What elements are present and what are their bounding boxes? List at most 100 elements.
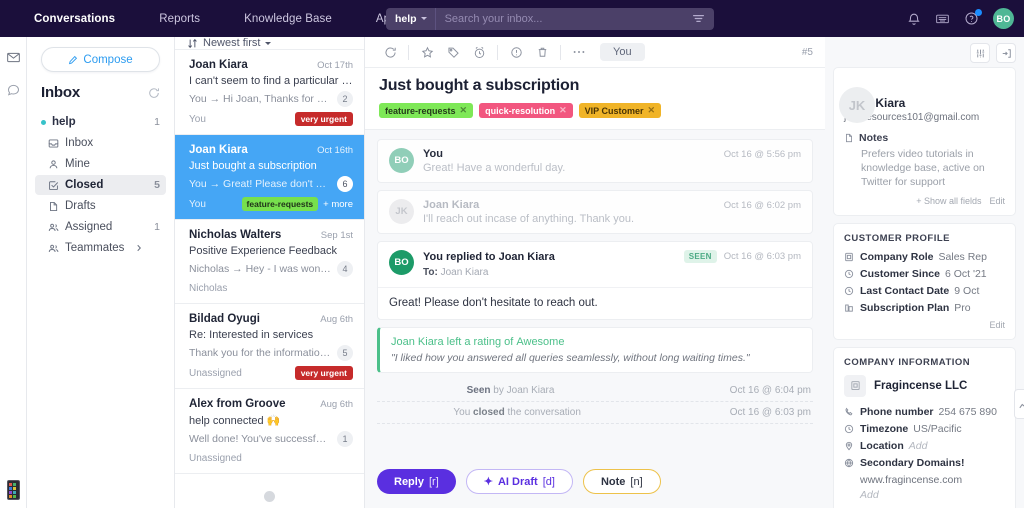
- customer-profile-footer: Edit: [844, 320, 1005, 330]
- info-icon[interactable]: [503, 41, 529, 63]
- mail-icon[interactable]: [6, 50, 21, 65]
- close-icon[interactable]: ✕: [559, 105, 567, 116]
- field-value[interactable]: US/Pacific: [913, 423, 961, 435]
- field-value[interactable]: Pro: [954, 302, 970, 314]
- thread-tag-vip-customer[interactable]: VIP Customer ✕: [578, 103, 662, 118]
- conversation-message-count: 4: [337, 261, 353, 277]
- tag-icon[interactable]: [440, 41, 466, 63]
- search-input[interactable]: [435, 12, 683, 25]
- close-icon[interactable]: ✕: [460, 105, 468, 116]
- trash-icon[interactable]: [529, 41, 555, 63]
- star-icon[interactable]: [414, 41, 440, 63]
- field-label: Timezone: [860, 422, 909, 435]
- people-icon: [48, 243, 59, 254]
- sort-label: Newest first: [203, 37, 261, 49]
- sidebar-item-drafts[interactable]: Drafts: [35, 196, 166, 216]
- open-panel-icon[interactable]: [996, 43, 1016, 63]
- company-domain[interactable]: www.fragincense.com: [844, 474, 1005, 486]
- sidebar-group-help[interactable]: help 1: [27, 112, 174, 132]
- nav-item-conversations[interactable]: Conversations: [12, 13, 137, 25]
- message-collapsed[interactable]: JK Joan Kiara Oct 16 @ 6:02 pm I'll reac…: [377, 190, 813, 234]
- search-filter-icon[interactable]: [683, 12, 714, 25]
- company-domain-add[interactable]: Add: [844, 489, 1005, 501]
- thread-header: Just bought a subscription feature-reque…: [365, 68, 825, 130]
- bell-icon[interactable]: [907, 12, 921, 26]
- notes-label: Notes: [859, 132, 889, 144]
- reopen-icon[interactable]: [377, 41, 403, 63]
- search-scope-label: help: [395, 12, 417, 25]
- refresh-icon[interactable]: [148, 87, 160, 99]
- conversation-tag: very urgent: [294, 366, 353, 380]
- sliders-icon[interactable]: [970, 43, 990, 63]
- field-value[interactable]: 254 675 890: [939, 406, 997, 418]
- conversation-item[interactable]: Alex from Groove Aug 6th help connected …: [175, 389, 364, 474]
- help-icon[interactable]: [964, 9, 982, 26]
- compose-label: Compose: [83, 53, 133, 66]
- event-time: Oct 16 @ 6:04 pm: [729, 385, 811, 396]
- sidebar-item-teammates[interactable]: Teammates: [35, 238, 166, 258]
- note-shortcut: [n]: [630, 475, 643, 488]
- sidebar-item-closed[interactable]: Closed 5: [35, 175, 166, 195]
- reply-button[interactable]: Reply [r]: [377, 469, 456, 494]
- sidebar-item-inbox[interactable]: Inbox: [35, 133, 166, 153]
- field-label: Subscription Plan: [860, 301, 950, 314]
- conversation-sender: Alex from Groove: [189, 398, 286, 410]
- nav-item-knowledge-base[interactable]: Knowledge Base: [222, 13, 354, 25]
- keyboard-icon[interactable]: [935, 11, 950, 26]
- field-value-add[interactable]: Add: [909, 440, 928, 452]
- more-icon[interactable]: [566, 41, 592, 63]
- conversation-list: Newest first Joan Kiara Oct 17th I can't…: [175, 37, 365, 508]
- person-icon: [48, 159, 59, 170]
- message-expanded: BO You replied to Joan Kiara SEEN Oct 16…: [377, 241, 813, 320]
- nav-item-reports[interactable]: Reports: [137, 13, 222, 25]
- compose-button[interactable]: Compose: [41, 47, 160, 72]
- conversation-item[interactable]: Bildad Oyugi Aug 6th Re: Interested in s…: [175, 304, 364, 389]
- reports-flyout-icon[interactable]: [1014, 389, 1024, 419]
- thread-assignee-chip[interactable]: You: [600, 43, 645, 61]
- sidebar-header: Inbox: [27, 84, 174, 101]
- conversation-more-tags[interactable]: + more: [323, 199, 353, 210]
- field-value[interactable]: Sales Rep: [939, 251, 987, 263]
- loading-spinner: [175, 474, 364, 508]
- thread-tag-feature-requests[interactable]: feature-requests ✕: [379, 103, 474, 118]
- field-value[interactable]: 9 Oct: [954, 285, 979, 297]
- ai-draft-button[interactable]: ✦ AI Draft [d]: [465, 469, 573, 494]
- conversation-item[interactable]: Joan Kiara Oct 17th I can't seem to find…: [175, 50, 364, 135]
- event-closed-text: You closed the conversation: [453, 407, 581, 418]
- mobile-app-icon[interactable]: [7, 480, 20, 500]
- event-closed-suffix: the conversation: [507, 407, 581, 418]
- company-information-card: COMPANY INFORMATION Fragincense LLC Phon…: [833, 346, 1016, 508]
- sidebar-item-assigned[interactable]: Assigned 1: [35, 217, 166, 237]
- chat-icon[interactable]: [6, 82, 21, 97]
- phone-icon: [844, 407, 855, 417]
- edit-link[interactable]: Edit: [989, 196, 1005, 206]
- thread-tag-quick-resolution[interactable]: quick-resolution ✕: [479, 103, 573, 118]
- field-label: Phone number: [860, 405, 934, 418]
- sort-selector[interactable]: Newest first: [175, 37, 364, 50]
- edit-link[interactable]: Edit: [989, 320, 1005, 330]
- snooze-icon[interactable]: [466, 41, 492, 63]
- notification-dot: [975, 9, 982, 16]
- message-to-label: To:: [423, 267, 438, 278]
- inbox-icon: [48, 138, 59, 149]
- conversation-sender: Nicholas Walters: [189, 229, 282, 241]
- field-value[interactable]: 6 Oct '21: [945, 268, 987, 280]
- sidebar-item-mine[interactable]: Mine: [35, 154, 166, 174]
- close-icon[interactable]: ✕: [648, 105, 656, 116]
- field-label: Company Role: [860, 250, 934, 263]
- conversation-item[interactable]: Joan Kiara Oct 16th Just bought a subscr…: [175, 135, 364, 220]
- message-collapsed[interactable]: BO You Oct 16 @ 5:56 pm Great! Have a wo…: [377, 139, 813, 183]
- show-all-fields-link[interactable]: + Show all fields: [916, 196, 981, 206]
- user-avatar[interactable]: BO: [993, 8, 1014, 29]
- contact-avatar: JK: [839, 87, 875, 123]
- conversation-item[interactable]: Nicholas Walters Sep 1st Positive Experi…: [175, 220, 364, 304]
- conversation-date: Aug 6th: [320, 399, 353, 410]
- seen-badge: SEEN: [683, 250, 717, 263]
- sidebar-item-label: Teammates: [65, 242, 125, 254]
- thread-tag-label: quick-resolution: [485, 105, 556, 116]
- search-scope-selector[interactable]: help: [386, 7, 436, 30]
- note-button[interactable]: Note [n]: [582, 469, 661, 494]
- field-location: Location Add: [844, 440, 1005, 452]
- event-seen-label: Seen: [466, 385, 491, 396]
- contact-details-panel: JK Joan Kiara joanresources101@gmail.com…: [825, 37, 1024, 508]
